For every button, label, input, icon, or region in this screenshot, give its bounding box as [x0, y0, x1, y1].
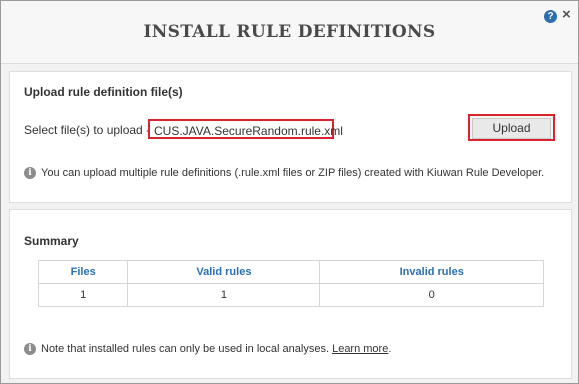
close-icon[interactable]: ×: [562, 6, 571, 24]
help-icon[interactable]: ?: [544, 10, 557, 23]
summary-section-title: Summary: [24, 234, 79, 248]
files-count: 1: [37, 283, 129, 307]
summary-note-period: .: [388, 343, 392, 356]
info-icon: i: [24, 343, 36, 356]
summary-note-text: Note that installed rules can only be us…: [41, 343, 330, 356]
column-header-invalid-rules: Invalid rules: [319, 260, 544, 284]
upload-button[interactable]: Upload: [468, 114, 555, 141]
valid-rules-count: 1: [127, 283, 321, 307]
summary-table: Files Valid rules Invalid rules 1 1 0: [37, 260, 544, 307]
upload-section-title: Upload rule definition file(s): [24, 85, 183, 99]
selected-file-field[interactable]: CUS.JAVA.SecureRandom.rule.xml: [148, 119, 343, 139]
selected-file-name: CUS.JAVA.SecureRandom.rule.xml: [154, 124, 343, 138]
invalid-rules-count: 0: [319, 283, 544, 307]
info-icon: i: [24, 167, 36, 180]
upload-button-label: Upload: [472, 118, 551, 139]
install-rule-definitions-dialog: INSTALL RULE DEFINITIONS ? × Upload rule…: [0, 0, 579, 384]
summary-note-row: i Note that installed rules can only be u…: [24, 343, 392, 356]
summary-panel: Summary Files Valid rules Invalid rules …: [9, 209, 572, 379]
summary-header-row: Files Valid rules Invalid rules: [37, 260, 544, 284]
upload-info-row: i You can upload multiple rule definition…: [24, 167, 545, 180]
select-files-label: Select file(s) to upload -: [24, 123, 151, 137]
table-row: 1 1 0: [37, 283, 544, 307]
column-header-files: Files: [37, 260, 129, 284]
dialog-title-bar: INSTALL RULE DEFINITIONS ? ×: [1, 1, 578, 64]
upload-info-text: You can upload multiple rule definitions…: [41, 167, 545, 180]
dialog-title: INSTALL RULE DEFINITIONS: [143, 22, 436, 42]
upload-panel: Upload rule definition file(s) Select fi…: [9, 71, 572, 203]
column-header-valid-rules: Valid rules: [127, 260, 321, 284]
learn-more-link[interactable]: Learn more: [332, 343, 388, 355]
